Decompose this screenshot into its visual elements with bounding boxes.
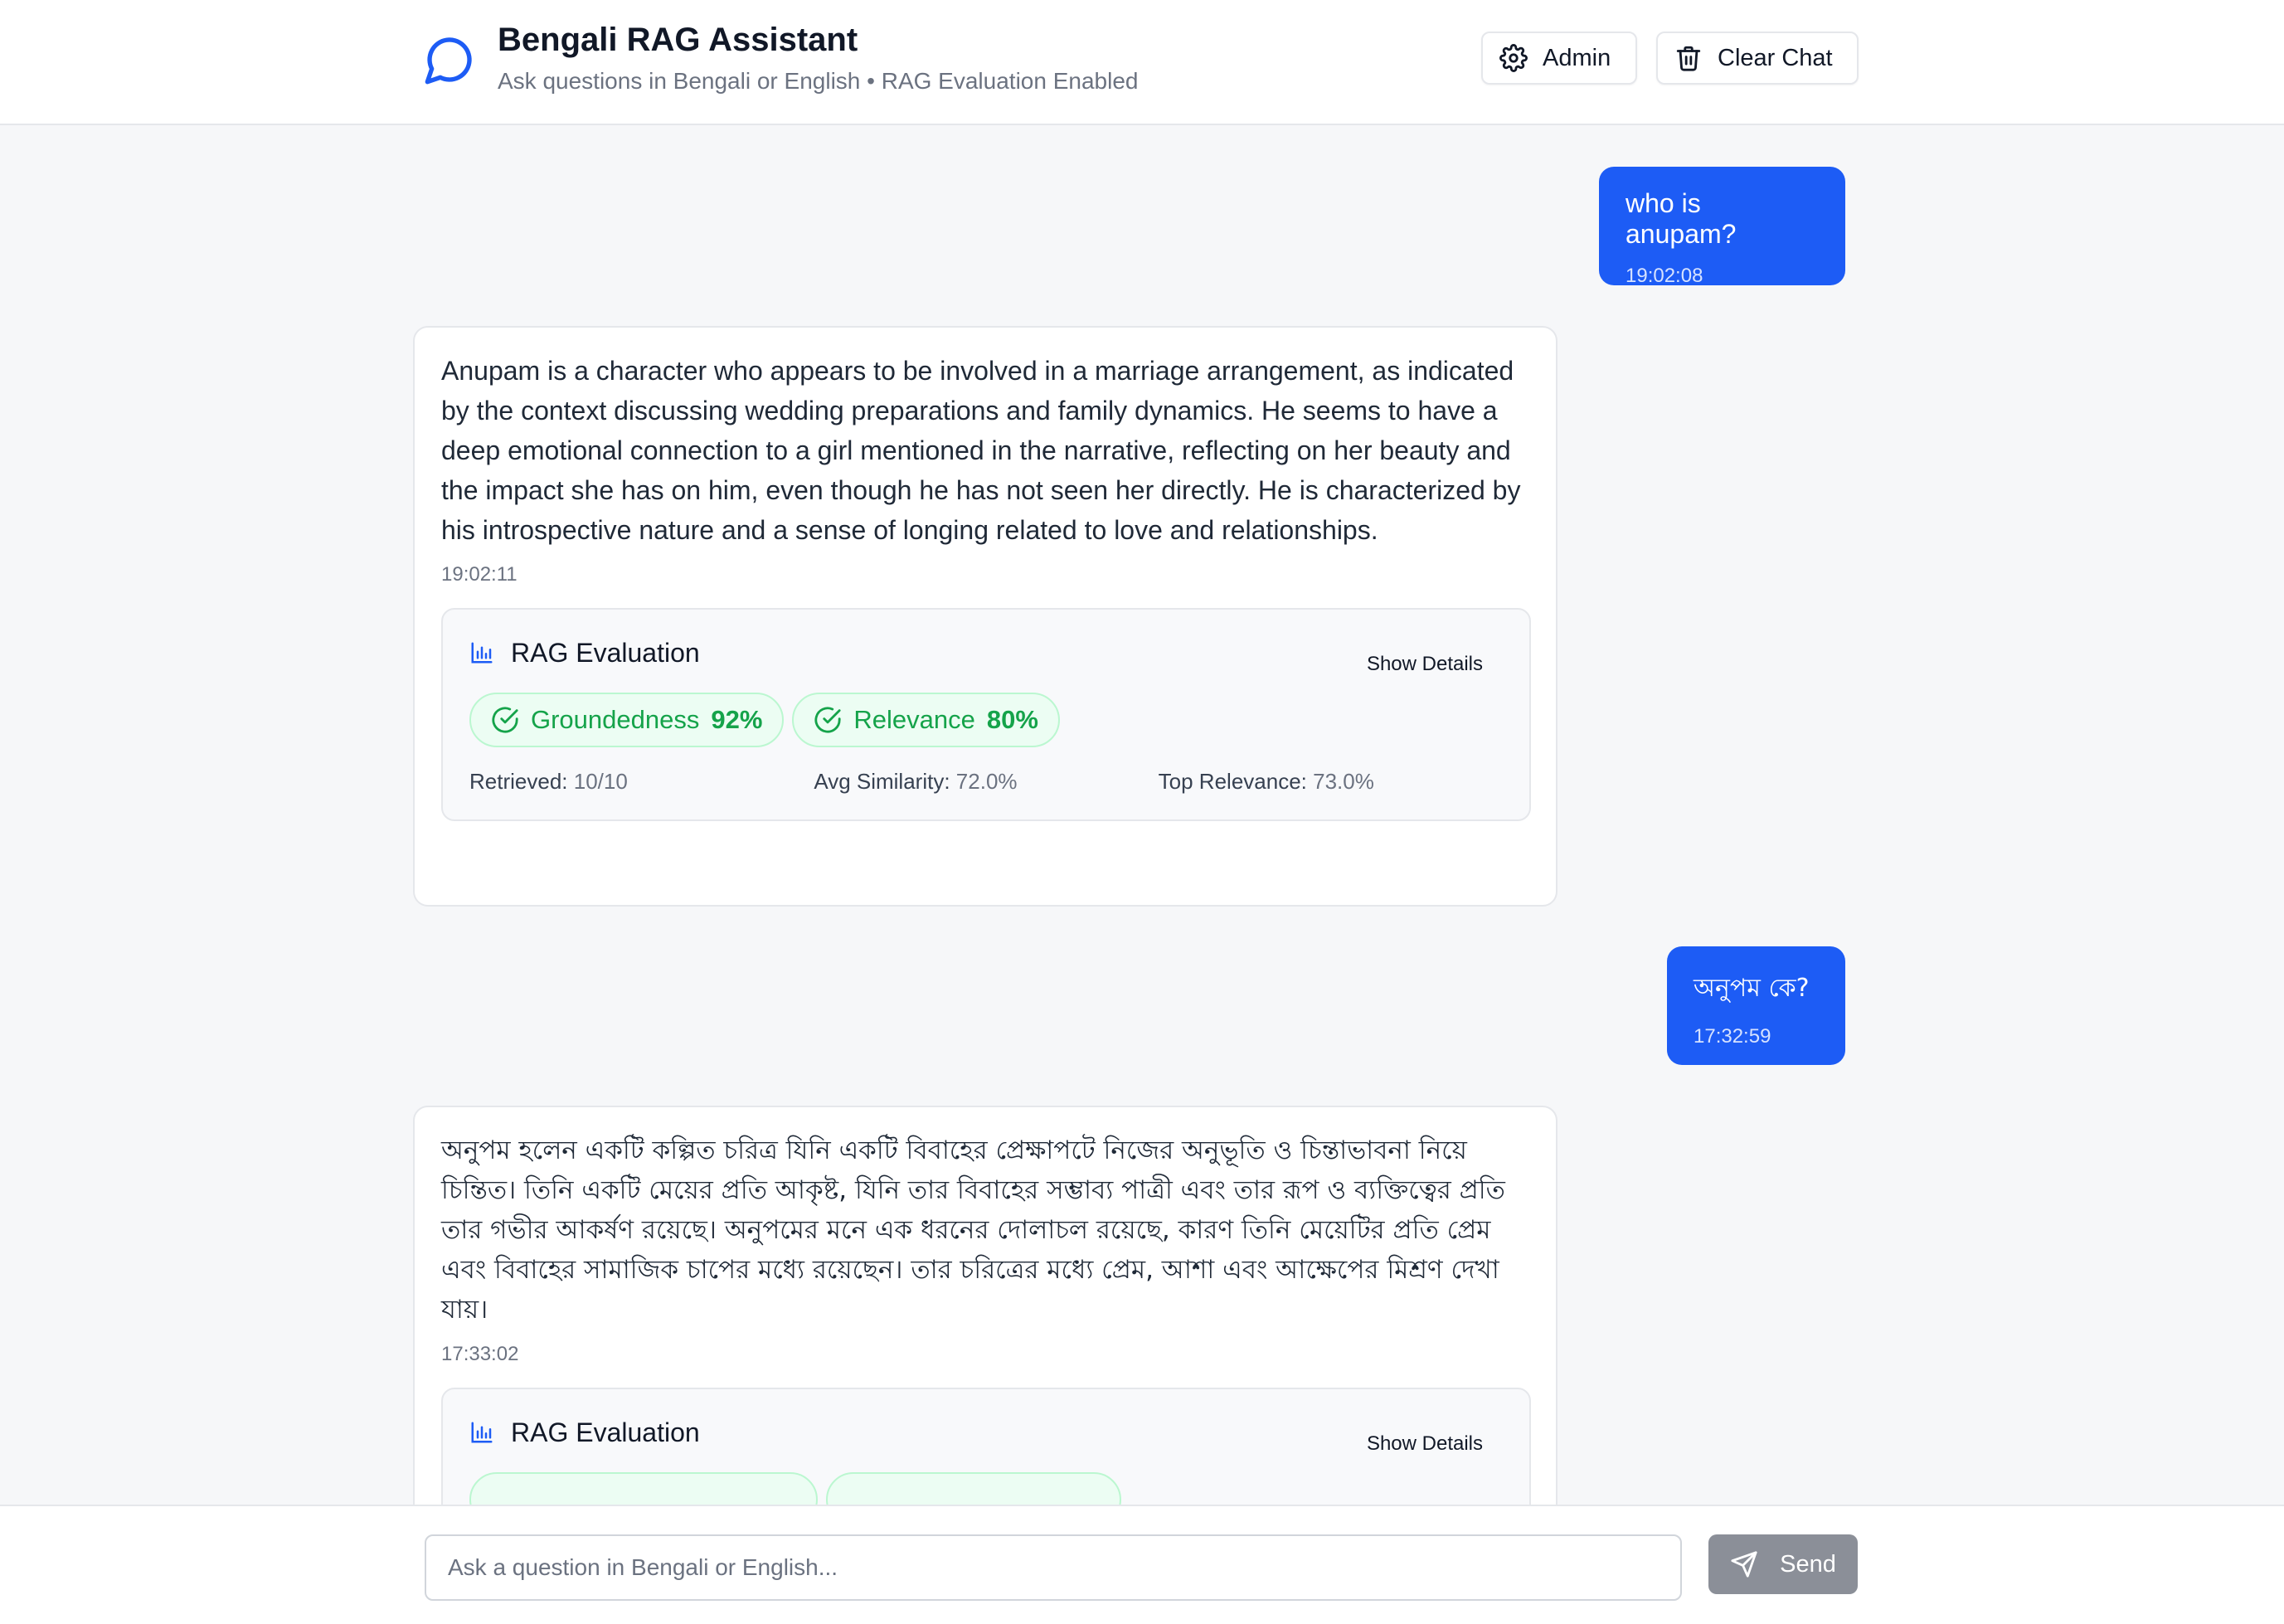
- avg-similarity-label: Avg Similarity:: [814, 769, 950, 794]
- rag-evaluation-panel: RAG Evaluation Show Details: [441, 1388, 1531, 1505]
- bar-chart-icon: [471, 642, 493, 664]
- clear-chat-label: Clear Chat: [1718, 44, 1833, 71]
- question-input[interactable]: [425, 1534, 1682, 1601]
- relevance-badge: [826, 1472, 1121, 1505]
- send-icon: [1731, 1551, 1757, 1578]
- check-circle-icon: [814, 707, 842, 733]
- rag-evaluation-title: RAG Evaluation: [511, 1417, 700, 1447]
- message-timestamp: 17:32:59: [1694, 1025, 1771, 1048]
- message-timestamp: 19:02:11: [441, 563, 518, 586]
- chat-bubble-icon: [425, 37, 472, 85]
- rag-evaluation-panel: RAG Evaluation Show Details Groundedness…: [441, 608, 1531, 821]
- gear-icon: [1499, 44, 1528, 72]
- assistant-message: অনুপম হলেন একটি কল্পিত চরিত্র যিনি একটি …: [413, 1106, 1557, 1505]
- rag-evaluation-title: RAG Evaluation: [511, 637, 700, 668]
- avg-similarity-value: 72.0%: [955, 769, 1018, 794]
- assistant-message: Anupam is a character who appears to be …: [413, 326, 1557, 907]
- groundedness-value: 92%: [711, 705, 763, 734]
- trash-icon: [1676, 46, 1701, 71]
- admin-button-label: Admin: [1543, 44, 1611, 71]
- top-relevance-value: 73.0%: [1313, 769, 1374, 794]
- groundedness-label: Groundedness: [531, 705, 700, 734]
- app-subtitle: Ask questions in Bengali or English • RA…: [498, 68, 1139, 94]
- clear-chat-button[interactable]: Clear Chat: [1656, 32, 1859, 85]
- message-timestamp: 17:33:02: [441, 1343, 519, 1365]
- send-button-label: Send: [1780, 1550, 1836, 1578]
- app-header: Bengali RAG Assistant Ask questions in B…: [0, 0, 2284, 125]
- relevance-label: Relevance: [853, 705, 975, 734]
- retrieved-stat: Retrieved: 10/10: [469, 769, 814, 795]
- user-message-text: who is anupam?: [1626, 188, 1737, 249]
- send-button[interactable]: Send: [1708, 1534, 1858, 1594]
- assistant-message-text: Anupam is a character who appears to be …: [441, 356, 1521, 545]
- show-details-button[interactable]: Show Details: [1367, 653, 1483, 676]
- message-timestamp: 19:02:08: [1626, 265, 1703, 287]
- bar-chart-icon: [471, 1422, 493, 1443]
- relevance-badge: Relevance 80%: [792, 693, 1060, 747]
- top-relevance-stat: Top Relevance: 73.0%: [1159, 769, 1503, 795]
- chat-area[interactable]: who is anupam? 19:02:08 Anupam is a char…: [0, 126, 2284, 1505]
- app-title: Bengali RAG Assistant: [498, 22, 858, 58]
- retrieved-label: Retrieved:: [469, 769, 568, 794]
- assistant-message-text: অনুপম হলেন একটি কল্পিত চরিত্র যিনি একটি …: [441, 1135, 1505, 1325]
- groundedness-badge: [469, 1472, 818, 1505]
- top-relevance-label: Top Relevance:: [1158, 769, 1307, 794]
- avg-similarity-stat: Avg Similarity: 72.0%: [814, 769, 1158, 795]
- admin-button[interactable]: Admin: [1481, 32, 1637, 85]
- composer-bar: Send: [0, 1505, 2284, 1624]
- groundedness-badge: Groundedness 92%: [469, 693, 785, 747]
- relevance-value: 80%: [986, 705, 1038, 734]
- retrieved-value: 10/10: [573, 769, 628, 794]
- user-message-text: অনুপম কে?: [1694, 974, 1810, 1003]
- show-details-button[interactable]: Show Details: [1367, 1432, 1483, 1456]
- check-circle-icon: [492, 707, 518, 733]
- user-message: অনুপম কে? 17:32:59: [1667, 946, 1845, 1065]
- user-message: who is anupam? 19:02:08: [1599, 167, 1845, 287]
